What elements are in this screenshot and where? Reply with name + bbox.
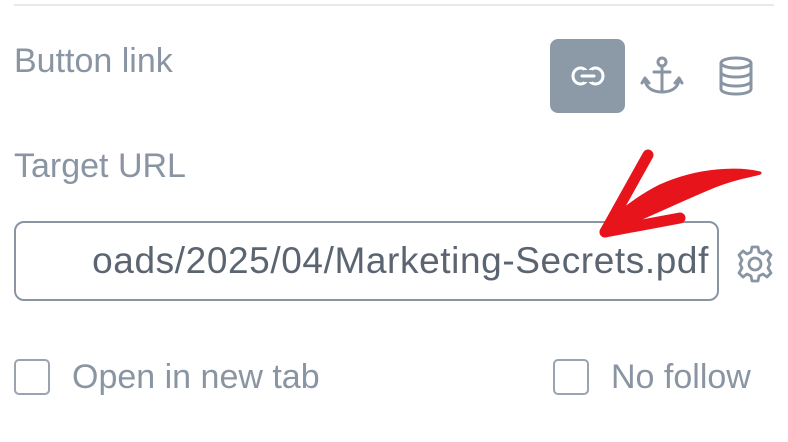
target-url-value: oads/2025/04/Marketing-Secrets.pdf [92,240,709,281]
database-icon [719,56,753,96]
no-follow-option[interactable]: No follow [553,356,751,398]
no-follow-checkbox[interactable] [553,359,589,395]
open-in-new-tab-label: Open in new tab [72,358,320,396]
link-type-anchor-button[interactable] [626,39,698,113]
target-url-label: Target URL [14,147,186,185]
link-type-selector [550,39,770,113]
target-url-input[interactable]: oads/2025/04/Marketing-Secrets.pdf [14,221,719,301]
link-type-url-button[interactable] [550,39,625,113]
no-follow-label: No follow [611,358,751,396]
button-link-settings-panel: Button link Target URL oads/2025/04/Mark… [0,0,788,442]
divider [14,4,774,6]
url-settings-button[interactable] [733,242,777,286]
anchor-icon [640,56,684,94]
button-link-label: Button link [14,42,173,80]
open-in-new-tab-checkbox[interactable] [14,359,50,395]
link-icon [571,66,604,86]
open-in-new-tab-option[interactable]: Open in new tab [14,356,320,398]
gear-icon [737,245,773,283]
link-type-dynamic-data-button[interactable] [700,39,772,113]
